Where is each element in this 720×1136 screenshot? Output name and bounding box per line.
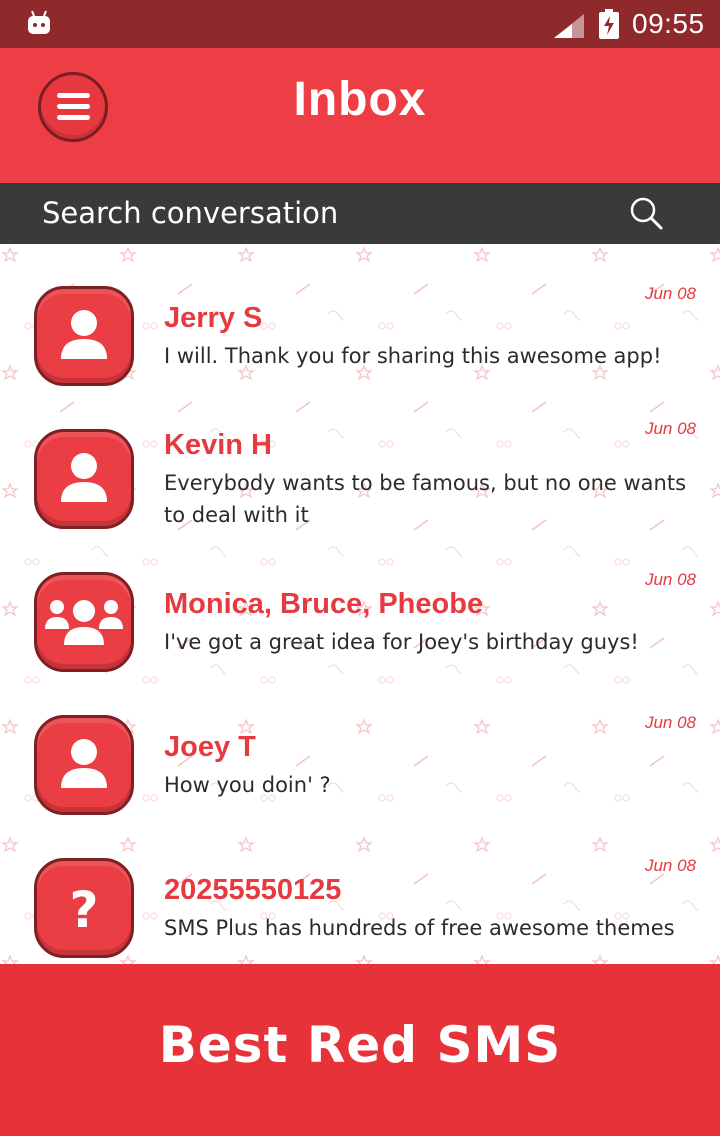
message-snippet: I've got a great idea for Joey's birthda… [164,630,639,654]
message-snippet: Everybody wants to be famous, but no one… [164,471,687,527]
group-icon [45,600,123,645]
avatar [34,286,134,386]
avatar [34,715,134,815]
contact-name: Joey T [164,731,256,763]
person-icon [61,739,107,788]
conversation-date: Jun 08 [644,419,696,438]
contact-name: Jerry S [164,302,263,334]
person-icon [61,453,107,502]
contact-name: Kevin H [164,429,272,461]
message-snippet: How you doin' ? [164,773,331,797]
banner-text: Best Red SMS [158,1016,562,1074]
signal-icon [554,14,584,38]
search-input[interactable] [42,193,602,233]
conversation-row[interactable]: Jun 08 Jerry S I will. Thank you for sha… [0,244,720,387]
conversation-row[interactable]: Jun 08 Monica, Bruce, Pheobe I've got a … [0,530,720,673]
conversation-row[interactable]: Jun 08 Kevin H Everybody wants to be fam… [0,387,720,530]
svg-text:?: ? [69,881,98,939]
conversation-row[interactable]: Jun 08 Joey T How you doin' ? [0,673,720,816]
search-bar [0,183,720,244]
status-time: 09:55 [632,8,705,39]
person-icon [61,310,107,359]
app-header: Inbox [0,48,720,183]
conversation-date: Jun 08 [644,856,696,875]
search-icon[interactable] [628,195,664,231]
status-bar: 09:55 [0,0,720,48]
message-snippet: I will. Thank you for sharing this aweso… [164,344,662,368]
avatar [34,572,134,672]
battery-charging-icon [599,9,619,39]
conversation-date: Jun 08 [644,570,696,589]
conversation-date: Jun 08 [644,713,696,732]
contact-name: Monica, Bruce, Pheobe [164,588,484,620]
android-notification-icon [28,10,50,34]
contact-name: 20255550125 [164,874,342,906]
avatar [34,429,134,529]
unknown-contact-icon: ? [69,881,98,939]
message-snippet: SMS Plus has hundreds of free awesome th… [164,916,675,940]
page-title: Inbox [293,73,427,126]
conversation-list: Jun 08 Jerry S I will. Thank you for sha… [0,244,720,964]
avatar: ? [34,858,134,958]
conversation-date: Jun 08 [644,284,696,303]
promo-banner: Best Red SMS [0,964,720,1136]
conversation-row[interactable]: ? Jun 08 20255550125 SMS Plus has hundre… [0,816,720,959]
